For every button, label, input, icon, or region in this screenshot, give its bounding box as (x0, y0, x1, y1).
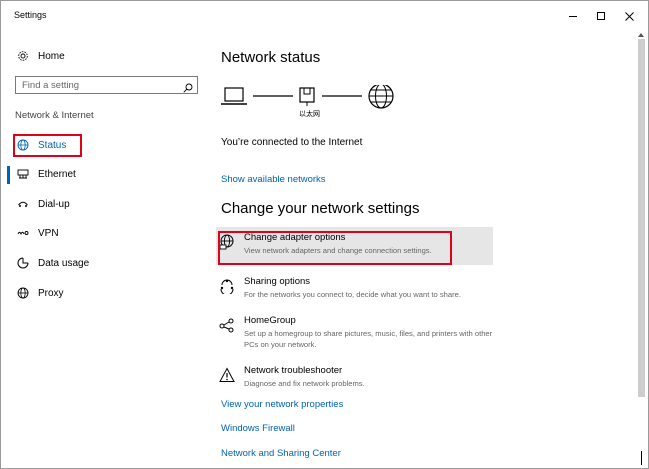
close-button[interactable] (616, 4, 642, 28)
windows-firewall-link[interactable]: Windows Firewall (221, 423, 295, 434)
sidebar-item-ethernet[interactable]: Ethernet (17, 164, 76, 184)
vertical-scrollbar[interactable] (635, 31, 648, 469)
adapter-options-highlight-box (218, 231, 452, 265)
connection-status-text: You’re connected to the Internet (221, 137, 363, 148)
sidebar-item-vpn[interactable]: VPN (17, 223, 59, 243)
search-box[interactable] (15, 76, 198, 94)
sidebar-item-dial-up[interactable]: Dial-up (17, 194, 70, 214)
section-label: Network & Internet (15, 110, 94, 121)
search-icon[interactable] (183, 80, 193, 93)
minimize-button[interactable] (560, 4, 586, 28)
resize-grip (641, 451, 642, 465)
option-description: For the networks you connect to, decide … (244, 290, 461, 299)
minimize-icon (569, 15, 577, 17)
sidebar-item-label: Ethernet (38, 168, 76, 180)
sharing-icon (219, 278, 235, 296)
sidebar-item-label: Home (38, 50, 65, 62)
network-name-label: 以太网 (299, 110, 320, 118)
option-description: Set up a homegroup to share pictures, mu… (244, 329, 493, 349)
page-title: Network status (221, 49, 321, 66)
sidebar-item-home[interactable]: Home (17, 46, 65, 66)
option-title: HomeGroup (244, 315, 296, 326)
option-title: Network troubleshooter (244, 365, 343, 376)
network-troubleshooter-item[interactable]: Network troubleshooter Diagnose and fix … (216, 365, 493, 393)
globe-icon (17, 287, 29, 299)
sidebar-item-label: Dial-up (38, 198, 70, 210)
gear-icon (17, 50, 29, 62)
sidebar-item-proxy[interactable]: Proxy (17, 283, 64, 303)
ethernet-icon (17, 168, 29, 180)
dialup-icon (17, 198, 29, 210)
network-and-sharing-center-link[interactable]: Network and Sharing Center (221, 448, 341, 459)
sharing-options-item[interactable]: Sharing options For the networks you con… (216, 276, 493, 304)
settings-window: Settings Home Network & Internet Stat (0, 0, 649, 469)
ethernet-icon (299, 87, 315, 106)
view-network-properties-link[interactable]: View your network properties (221, 399, 343, 410)
window-title: Settings (14, 10, 47, 20)
close-icon (624, 11, 634, 21)
network-diagram: 以太网 (221, 83, 411, 121)
sidebar-item-data-usage[interactable]: Data usage (17, 253, 89, 273)
homegroup-item[interactable]: HomeGroup Set up a homegroup to share pi… (216, 315, 493, 353)
option-description: Diagnose and fix network problems. (244, 379, 365, 388)
sidebar-item-label: VPN (38, 227, 59, 239)
warning-icon (219, 367, 235, 383)
option-title: Sharing options (244, 276, 311, 287)
sidebar: Home Network & Internet Status Ethernet (1, 31, 206, 469)
show-available-networks-link[interactable]: Show available networks (221, 174, 326, 185)
maximize-icon (597, 12, 605, 20)
globe-icon (368, 83, 394, 109)
section-title: Change your network settings (221, 200, 420, 217)
homegroup-icon (219, 317, 235, 333)
selection-indicator (7, 166, 10, 184)
vpn-icon (17, 227, 29, 239)
sidebar-item-label: Proxy (38, 287, 64, 299)
scrollbar-thumb[interactable] (638, 39, 645, 397)
search-input[interactable] (16, 77, 181, 93)
status-highlight-box (13, 134, 82, 157)
scroll-up-icon[interactable] (638, 33, 644, 37)
data-usage-icon (17, 257, 29, 269)
laptop-icon (221, 87, 247, 105)
title-bar: Settings (1, 1, 648, 31)
maximize-button[interactable] (588, 4, 614, 28)
sidebar-item-label: Data usage (38, 257, 90, 269)
